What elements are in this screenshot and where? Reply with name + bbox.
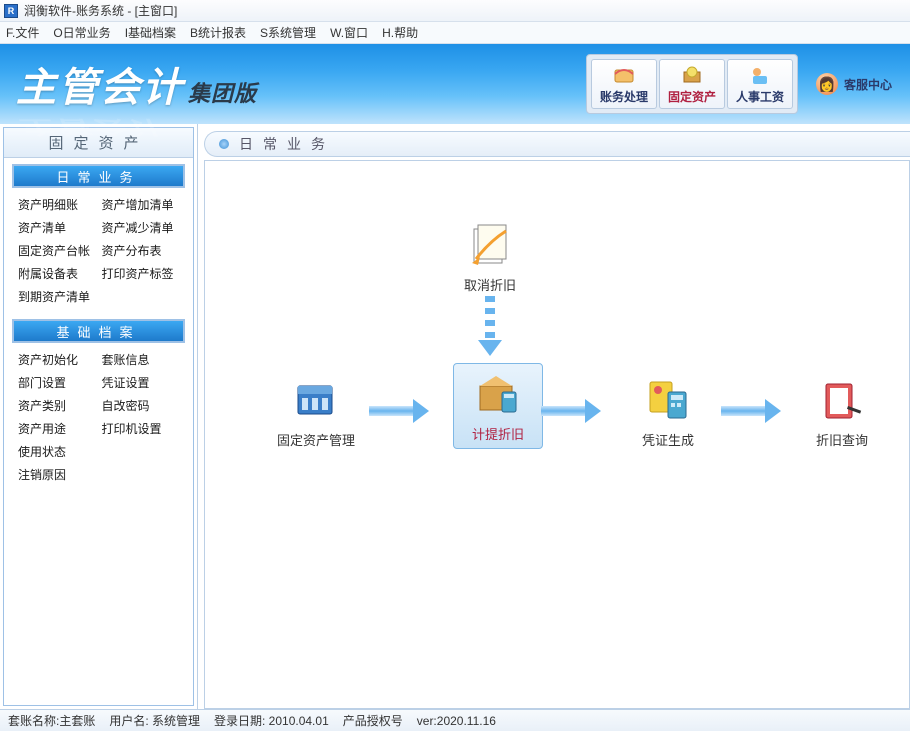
- module-btn-label: 固定资产: [668, 88, 716, 105]
- header: 主管会计 集团版 主管会计 账务处理 固定资产 人事工资: [0, 44, 910, 124]
- flow-label: 取消折旧: [464, 275, 516, 294]
- flow-label: 凭证生成: [642, 430, 694, 449]
- link-attachment[interactable]: 附属设备表: [18, 265, 96, 282]
- title-bullet-icon: [219, 139, 229, 149]
- body: 固定资产 日常业务 资产明细账 资产增加清单 资产清单 资产减少清单 固定资产台…: [0, 124, 910, 709]
- arrow-right-icon: [541, 401, 601, 421]
- window-title: 润衡软件-账务系统 - [主窗口]: [24, 2, 177, 19]
- status-license: 产品授权号: [343, 712, 403, 729]
- link-asset-list[interactable]: 资产清单: [18, 219, 96, 236]
- menu-system[interactable]: S系统管理: [260, 24, 316, 41]
- voucher-gen-icon: [644, 376, 692, 424]
- fixed-asset-icon: [680, 64, 704, 86]
- module-btn-fixed-asset[interactable]: 固定资产: [659, 59, 725, 109]
- flow-voucher-gen[interactable]: 凭证生成: [613, 376, 723, 449]
- flow-canvas: 取消折旧 固定资产管理: [204, 160, 910, 709]
- logo-main: 主管会计: [16, 55, 184, 113]
- link-asset-decrease[interactable]: 资产减少清单: [102, 219, 180, 236]
- hr-icon: [748, 64, 772, 86]
- service-center-link[interactable]: 👩 客服中心: [816, 73, 892, 95]
- link-account-info[interactable]: 套账信息: [102, 351, 180, 368]
- service-label: 客服中心: [844, 76, 892, 93]
- titlebar: R 润衡软件-账务系统 - [主窗口]: [0, 0, 910, 22]
- status-account: 套账名称:主套账: [8, 712, 95, 729]
- flow-asset-mgmt[interactable]: 固定资产管理: [261, 376, 371, 449]
- link-cancel-reason[interactable]: 注销原因: [18, 466, 96, 483]
- link-expiring[interactable]: 到期资产清单: [18, 288, 96, 305]
- link-print-label[interactable]: 打印资产标签: [102, 265, 180, 282]
- menubar: F.文件 O日常业务 I基础档案 B统计报表 S系统管理 W.窗口 H.帮助: [0, 22, 910, 44]
- menu-report[interactable]: B统计报表: [190, 24, 246, 41]
- menu-daily[interactable]: O日常业务: [53, 24, 110, 41]
- sidebar-title: 固定资产: [4, 128, 193, 158]
- asset-mgmt-icon: [292, 376, 340, 424]
- link-asset-increase[interactable]: 资产增加清单: [102, 196, 180, 213]
- sidebar-section-daily[interactable]: 日常业务: [12, 164, 185, 188]
- main-title: 日常业务: [239, 134, 335, 154]
- logo-sub: 集团版: [188, 76, 257, 108]
- dep-query-icon: [818, 376, 866, 424]
- link-usage-status[interactable]: 使用状态: [18, 443, 96, 460]
- service-icon: 👩: [816, 73, 838, 95]
- flow-label: 折旧查询: [816, 430, 868, 449]
- main-title-bar: 日常业务: [198, 124, 910, 158]
- sidebar-links-daily: 资产明细账 资产增加清单 资产清单 资产减少清单 固定资产台帐 资产分布表 附属…: [4, 192, 193, 313]
- link-asset-detail[interactable]: 资产明细账: [18, 196, 96, 213]
- cancel-dep-icon: [466, 221, 514, 269]
- app-icon: R: [4, 4, 18, 18]
- link-asset-usage[interactable]: 资产用途: [18, 420, 96, 437]
- module-btn-label: 账务处理: [600, 88, 648, 105]
- sidebar: 固定资产 日常业务 资产明细账 资产增加清单 资产清单 资产减少清单 固定资产台…: [0, 124, 198, 709]
- arrow-down-icon: [480, 296, 500, 356]
- flow-label: 固定资产管理: [277, 430, 355, 449]
- arrow-right-icon: [369, 401, 429, 421]
- accounting-icon: [612, 64, 636, 86]
- main: 日常业务 取消折旧 固定资产管理: [198, 124, 910, 709]
- menu-base[interactable]: I基础档案: [125, 24, 176, 41]
- link-asset-ledger[interactable]: 固定资产台帐: [18, 242, 96, 259]
- flow-label: 计提折旧: [472, 424, 524, 443]
- flow-calc-depreciation[interactable]: 计提折旧: [443, 363, 553, 449]
- logo: 主管会计 集团版: [16, 55, 257, 113]
- link-asset-dist[interactable]: 资产分布表: [102, 242, 180, 259]
- link-asset-category[interactable]: 资产类别: [18, 397, 96, 414]
- menu-file[interactable]: F.文件: [6, 24, 39, 41]
- sidebar-links-base: 资产初始化 套账信息 部门设置 凭证设置 资产类别 自改密码 资产用途 打印机设…: [4, 347, 193, 491]
- status-user: 用户名: 系统管理: [109, 712, 200, 729]
- link-printer-setup[interactable]: 打印机设置: [102, 420, 180, 437]
- link-asset-init[interactable]: 资产初始化: [18, 351, 96, 368]
- link-change-pwd[interactable]: 自改密码: [102, 397, 180, 414]
- statusbar: 套账名称:主套账 用户名: 系统管理 登录日期: 2010.04.01 产品授权…: [0, 709, 910, 731]
- flow-cancel-depreciation[interactable]: 取消折旧: [435, 221, 545, 294]
- status-login-date: 登录日期: 2010.04.01: [214, 712, 329, 729]
- flow-dep-query[interactable]: 折旧查询: [787, 376, 897, 449]
- link-dept-setup[interactable]: 部门设置: [18, 374, 96, 391]
- status-version: ver:2020.11.16: [417, 714, 496, 728]
- calc-dep-icon: [474, 370, 522, 418]
- module-btn-accounting[interactable]: 账务处理: [591, 59, 657, 109]
- menu-help[interactable]: H.帮助: [382, 24, 418, 41]
- module-buttons: 账务处理 固定资产 人事工资: [586, 54, 798, 114]
- menu-window[interactable]: W.窗口: [330, 24, 368, 41]
- arrow-right-icon: [721, 401, 781, 421]
- link-voucher-setup[interactable]: 凭证设置: [102, 374, 180, 391]
- module-btn-label: 人事工资: [736, 88, 784, 105]
- sidebar-section-base[interactable]: 基础档案: [12, 319, 185, 343]
- module-btn-hr[interactable]: 人事工资: [727, 59, 793, 109]
